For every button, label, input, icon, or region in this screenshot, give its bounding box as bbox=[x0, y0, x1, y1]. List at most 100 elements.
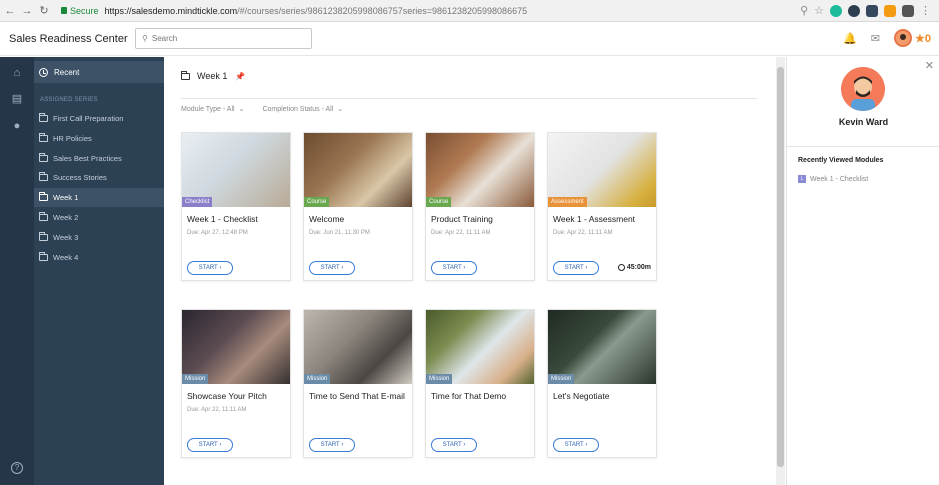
module-title: Time to Send That E-mail bbox=[309, 391, 405, 401]
folder-icon bbox=[39, 232, 48, 241]
secure-indicator[interactable]: Secure bbox=[61, 6, 99, 16]
user-name: Kevin Ward bbox=[838, 117, 889, 127]
url-host: https://salesdemo.mindtickle.com bbox=[104, 5, 238, 16]
zoom-icon[interactable]: ⚲ bbox=[800, 4, 808, 17]
sidebar-item-sales-best-practices[interactable]: Sales Best Practices bbox=[34, 149, 164, 168]
sidebar-item-label: Week 3 bbox=[53, 233, 79, 242]
sidebar-item-week-2[interactable]: Week 2 bbox=[34, 208, 164, 227]
module-card[interactable]: Mission Showcase Your Pitch Due: Apr 22,… bbox=[181, 309, 291, 458]
extension-icon[interactable] bbox=[884, 4, 896, 17]
sidebar-item-week-1[interactable]: Week 1 bbox=[34, 188, 164, 207]
module-title: Time for That Demo bbox=[431, 391, 507, 401]
module-due-date: Due: Apr 22, 11:11 AM bbox=[431, 230, 491, 236]
documents-icon[interactable]: ▤ bbox=[11, 93, 23, 105]
module-thumbnail: Course bbox=[426, 133, 534, 207]
reload-icon[interactable]: ↻ bbox=[37, 4, 51, 17]
start-button[interactable]: START › bbox=[309, 261, 355, 275]
start-button[interactable]: START › bbox=[431, 438, 477, 452]
help-icon[interactable]: ? bbox=[11, 462, 23, 474]
notification-bell-icon[interactable]: 🔔 bbox=[843, 32, 857, 45]
module-type-badge: Assessment bbox=[548, 197, 587, 207]
chevron-right-icon: › bbox=[341, 265, 344, 271]
chevron-right-icon: › bbox=[341, 442, 344, 448]
clock-icon bbox=[39, 67, 48, 77]
forward-icon[interactable]: → bbox=[20, 5, 34, 17]
recently-viewed-heading: Recently Viewed Modules bbox=[798, 157, 884, 164]
chevron-down-icon: ⌄ bbox=[238, 106, 245, 113]
completion-status-filter[interactable]: Completion Status - All ⌄ bbox=[262, 105, 343, 113]
points-counter: ★0 bbox=[915, 32, 931, 45]
module-thumbnail: Mission bbox=[182, 310, 290, 384]
sidebar-item-recent[interactable]: Recent bbox=[34, 61, 164, 83]
avatar[interactable] bbox=[894, 29, 912, 47]
chevron-right-icon: › bbox=[585, 442, 588, 448]
module-type-badge: Mission bbox=[182, 374, 209, 384]
start-button[interactable]: START › bbox=[187, 261, 233, 275]
browser-menu-icon[interactable]: ⋮ bbox=[920, 4, 931, 17]
start-button[interactable]: START › bbox=[187, 438, 233, 452]
module-card[interactable]: Assessment Week 1 - Assessment Due: Apr … bbox=[547, 132, 657, 281]
page-title-text: Week 1 bbox=[197, 71, 228, 81]
filter-label: Completion Status - All bbox=[262, 106, 334, 113]
sidebar-item-week-3[interactable]: Week 3 bbox=[34, 228, 164, 247]
user-menu[interactable]: ★0 bbox=[894, 29, 931, 47]
module-card[interactable]: Checklist Week 1 - Checklist Due: Apr 27… bbox=[181, 132, 291, 281]
filter-label: Module Type - All bbox=[181, 106, 235, 113]
search-input[interactable] bbox=[151, 34, 292, 43]
start-button[interactable]: START › bbox=[553, 438, 599, 452]
start-button[interactable]: START › bbox=[431, 261, 477, 275]
start-label: START bbox=[442, 442, 462, 448]
extension-icon[interactable] bbox=[830, 4, 842, 17]
start-button[interactable]: START › bbox=[553, 261, 599, 275]
address-bar[interactable]: https://salesdemo.mindtickle.com/#/cours… bbox=[105, 6, 528, 16]
module-card[interactable]: Mission Time for That Demo START › bbox=[425, 309, 535, 458]
sidebar-item-label: Sales Best Practices bbox=[53, 154, 122, 163]
main-scrollbar[interactable] bbox=[776, 57, 785, 485]
module-due-date: Due: Apr 22, 11:11 AM bbox=[553, 230, 613, 236]
sidebar-item-label: HR Policies bbox=[53, 134, 92, 143]
sidebar-item-label: Week 4 bbox=[53, 253, 79, 262]
timer-icon bbox=[617, 264, 625, 271]
scrollbar-thumb[interactable] bbox=[777, 67, 784, 467]
avatar-illustration bbox=[841, 67, 885, 111]
search-box[interactable]: ⚲ bbox=[135, 28, 312, 49]
sidebar-item-hr-policies[interactable]: HR Policies bbox=[34, 129, 164, 148]
chevron-down-icon: ⌄ bbox=[337, 106, 344, 113]
main-content: Week 1 📌 Module Type - All ⌄ Completion S… bbox=[164, 57, 776, 485]
module-title: Week 1 - Assessment bbox=[553, 214, 636, 224]
module-duration: 45:00m bbox=[617, 264, 651, 271]
chevron-right-icon: › bbox=[585, 265, 588, 271]
home-icon[interactable]: ⌂ bbox=[11, 67, 23, 79]
module-thumbnail: Mission bbox=[548, 310, 656, 384]
chevron-right-icon: › bbox=[219, 265, 222, 271]
bookmark-star-icon[interactable]: ☆ bbox=[814, 4, 824, 17]
sidebar: Recent ASSIGNED SERIES First Call Prepar… bbox=[34, 57, 164, 485]
extension-icon[interactable] bbox=[902, 4, 914, 17]
module-card[interactable]: Mission Let's Negotiate START › bbox=[547, 309, 657, 458]
module-card[interactable]: Mission Time to Send That E-mail START › bbox=[303, 309, 413, 458]
start-button[interactable]: START › bbox=[309, 438, 355, 452]
module-due-date: Due: Apr 22, 11:11 AM bbox=[187, 407, 247, 413]
pin-icon[interactable]: 📌 bbox=[235, 72, 245, 81]
extension-icon[interactable] bbox=[866, 4, 878, 17]
extension-play-icon[interactable] bbox=[848, 4, 860, 17]
module-card[interactable]: Course Welcome Due: Jun 21, 11:30 PM STA… bbox=[303, 132, 413, 281]
module-card[interactable]: Course Product Training Due: Apr 22, 11:… bbox=[425, 132, 535, 281]
module-type-filter[interactable]: Module Type - All ⌄ bbox=[181, 105, 244, 113]
back-icon[interactable]: ← bbox=[3, 5, 17, 17]
sidebar-item-first-call-preparation[interactable]: First Call Preparation bbox=[34, 109, 164, 128]
points-icon: ★ bbox=[915, 32, 925, 45]
close-icon[interactable]: ✕ bbox=[925, 59, 934, 72]
folder-icon bbox=[39, 172, 48, 181]
recent-module-item[interactable]: L Week 1 - Checklist bbox=[798, 175, 868, 183]
module-type-badge: Mission bbox=[426, 374, 453, 384]
sidebar-item-success-stories[interactable]: Success Stories bbox=[34, 168, 164, 187]
module-thumbnail: Mission bbox=[426, 310, 534, 384]
chevron-right-icon: › bbox=[463, 265, 466, 271]
section-label: ASSIGNED SERIES bbox=[40, 97, 98, 103]
team-icon[interactable]: ● bbox=[11, 120, 23, 132]
sidebar-item-week-4[interactable]: Week 4 bbox=[34, 248, 164, 267]
mail-icon[interactable]: ✉ bbox=[871, 32, 880, 45]
start-label: START bbox=[198, 265, 218, 271]
secure-label: Secure bbox=[70, 5, 99, 16]
